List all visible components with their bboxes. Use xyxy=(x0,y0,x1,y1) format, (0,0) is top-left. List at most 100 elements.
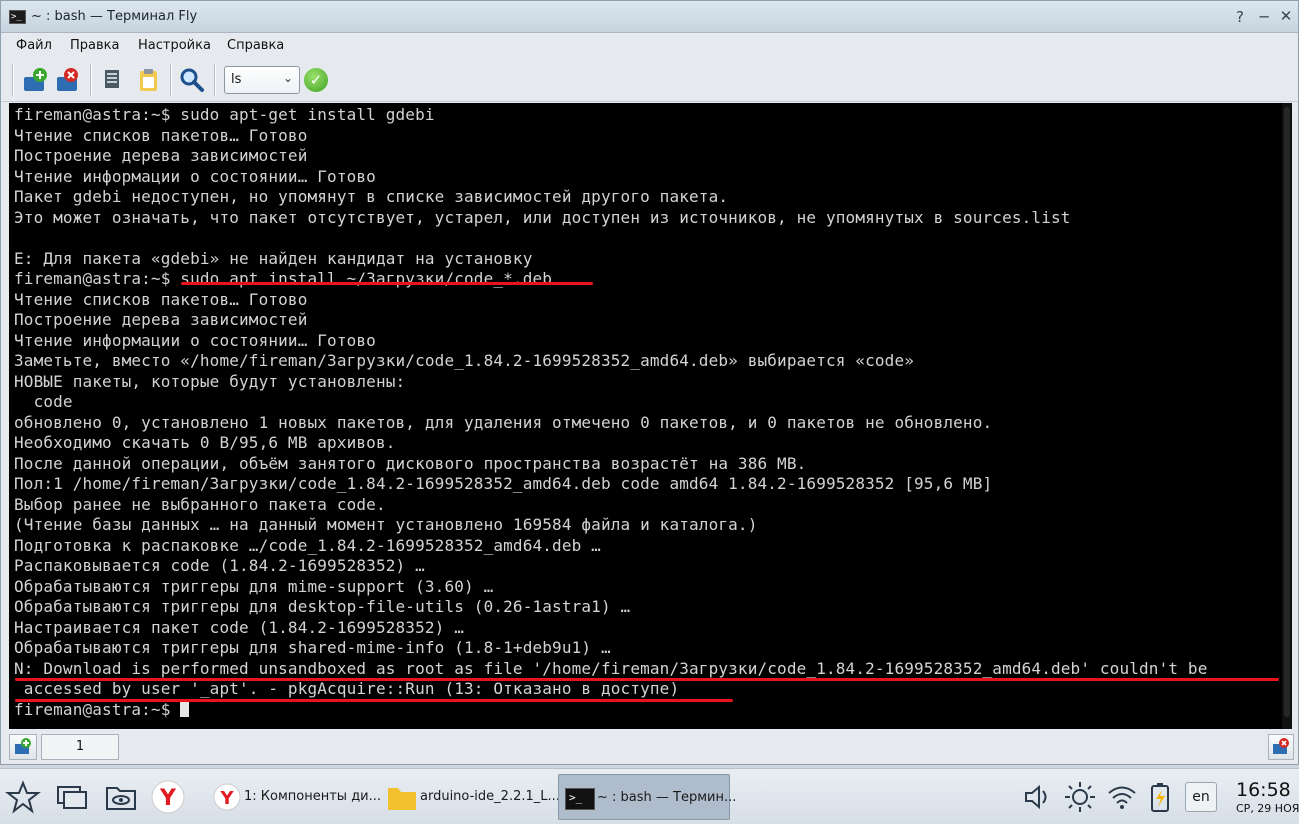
terminal-line: code xyxy=(14,392,73,411)
brightness-icon xyxy=(1065,782,1095,812)
toolbar: ls ⌄ xyxy=(1,58,1298,102)
terminal-line: fireman@astra:~$ sudo apt-get install gd… xyxy=(14,105,435,124)
terminal-text: fireman@astra:~$ sudo apt-get install gd… xyxy=(14,105,1208,720)
terminal-line: Чтение информации о состоянии… Готово xyxy=(14,330,376,350)
menu-help[interactable]: Справка xyxy=(227,38,284,53)
search-button[interactable] xyxy=(178,66,206,94)
toolbar-separator xyxy=(90,64,92,96)
terminal-line: N: Download is performed unsandboxed as … xyxy=(14,658,1208,678)
file-manager-button[interactable] xyxy=(103,779,139,815)
annotation-underline xyxy=(181,282,593,285)
start-menu-button[interactable] xyxy=(5,779,41,815)
terminal-line: Выбор ранее не выбранного пакета code. xyxy=(14,494,386,514)
new-tab-button[interactable] xyxy=(21,66,49,94)
taskbar: Y Y 1: Компоненты ди... arduino-ide_2.2.… xyxy=(0,768,1299,824)
menu-settings[interactable]: Настройка xyxy=(138,38,211,53)
terminal-line: Построение дерева зависимостей xyxy=(14,310,308,329)
toolbar-separator xyxy=(214,64,216,96)
paste-icon xyxy=(140,69,157,91)
search-icon xyxy=(180,68,204,92)
execute-command-button[interactable]: ✓ xyxy=(304,68,328,92)
clock-date: СР, 29 НОЯ xyxy=(1236,802,1299,815)
wifi-button[interactable] xyxy=(1104,779,1140,815)
menu-file[interactable]: Файл xyxy=(16,38,52,53)
task-folder[interactable]: arduino-ide_2.2.1_L... xyxy=(382,774,560,820)
add-terminal-icon xyxy=(15,738,31,754)
svg-text:Y: Y xyxy=(219,788,234,809)
terminal-line: Пол:1 /home/fireman/Загрузки/code_1.84.2… xyxy=(14,474,993,493)
terminal-scrollbar[interactable] xyxy=(1282,103,1292,729)
terminal-line: НОВЫЕ пакеты, которые будут установлены: xyxy=(14,371,406,391)
battery-button[interactable] xyxy=(1143,779,1179,815)
terminal-line: Пакет gdebi недоступен, но упомянут в сп… xyxy=(14,187,729,206)
title-bar[interactable]: >_ ~ : bash — Терминал Fly ? ─ ✕ xyxy=(1,1,1298,33)
terminal-line: Заметьте, вместо «/home/fireman/Загрузки… xyxy=(14,351,915,370)
volume-icon xyxy=(1025,784,1047,810)
remove-terminal-icon xyxy=(1273,738,1289,754)
copy-button[interactable] xyxy=(99,66,127,94)
toolbar-separator xyxy=(170,64,172,96)
yandex-icon: Y xyxy=(151,780,185,814)
task-terminal[interactable]: >_ ~ : bash — Термин... xyxy=(558,774,736,820)
terminal-line: Построение дерева зависимостей xyxy=(14,146,308,165)
brightness-button[interactable] xyxy=(1062,779,1098,815)
close-icon[interactable]: ✕ xyxy=(1277,7,1295,25)
terminal-line: Подготовка к распаковке …/code_1.84.2-16… xyxy=(14,535,601,555)
add-terminal-icon xyxy=(24,68,47,91)
task-browser[interactable]: Y 1: Компоненты ди... xyxy=(206,774,382,820)
terminal-line: обновлено 0, установлено 1 новых пакетов… xyxy=(14,412,993,432)
terminal-line: Чтение списков пакетов… Готово xyxy=(14,289,308,309)
terminal-line: Чтение информации о состоянии… Готово xyxy=(14,166,376,186)
terminal-tab[interactable]: 1 xyxy=(41,734,119,760)
volume-button[interactable] xyxy=(1020,779,1056,815)
menu-edit[interactable]: Правка xyxy=(70,38,119,53)
terminal-icon: >_ xyxy=(565,788,595,810)
clock-time[interactable]: 16:58 xyxy=(1236,779,1291,801)
windows-icon xyxy=(57,786,87,809)
terminal-line: E: Для пакета «gdebi» не найден кандидат… xyxy=(14,248,533,268)
terminal-line: Это может означать, что пакет отсутствуе… xyxy=(14,207,1071,227)
yandex-icon: Y xyxy=(213,783,241,811)
terminal-line: accessed by user '_apt'. - pkgAcquire::R… xyxy=(14,679,680,698)
show-windows-button[interactable] xyxy=(54,779,90,815)
scrollbar-thumb[interactable] xyxy=(1284,107,1290,717)
help-icon[interactable]: ? xyxy=(1231,8,1249,26)
folder-icon xyxy=(388,788,416,810)
annotation-underline xyxy=(15,699,733,702)
add-tab-button[interactable] xyxy=(9,734,37,760)
wifi-icon xyxy=(1108,786,1136,809)
annotation-underline xyxy=(15,678,1279,681)
task-label: arduino-ide_2.2.1_L... xyxy=(420,789,560,804)
toolbar-separator xyxy=(12,64,14,96)
terminal-line: (Чтение базы данных … на данный момент у… xyxy=(14,515,758,534)
terminal-line: Обрабатываются триггеры для shared-mime-… xyxy=(14,638,611,657)
minimize-button[interactable]: ─ xyxy=(1255,8,1273,26)
terminal-output[interactable]: fireman@astra:~$ sudo apt-get install gd… xyxy=(9,103,1292,729)
terminal-line: Обрабатываются триггеры для desktop-file… xyxy=(14,597,631,616)
menu-bar: Файл Правка Настройка Справка xyxy=(1,34,1298,58)
remove-tab-button[interactable] xyxy=(1268,734,1294,760)
task-label: ~ : bash — Термин... xyxy=(597,790,737,805)
terminal-line: fireman@astra:~$ sudo apt install ~/Загр… xyxy=(14,269,553,288)
terminal-line: Чтение списков пакетов… Готово xyxy=(14,125,308,145)
star-icon xyxy=(5,780,41,814)
copy-icon xyxy=(105,70,119,88)
remove-terminal-icon xyxy=(57,68,78,91)
terminal-line: После данной операции, объём занятого ди… xyxy=(14,453,807,473)
terminal-line: Обрабатываются триггеры для mime-support… xyxy=(14,576,494,596)
keyboard-layout-indicator[interactable]: en xyxy=(1185,782,1217,812)
tab-bar: 1 xyxy=(1,730,1298,764)
terminal-cursor xyxy=(180,699,190,717)
task-label: 1: Компоненты ди... xyxy=(244,789,382,804)
paste-button[interactable] xyxy=(135,66,163,94)
close-tab-button[interactable] xyxy=(54,66,82,94)
terminal-prompt: fireman@astra:~$ xyxy=(14,699,181,719)
command-select[interactable]: ls ⌄ xyxy=(224,66,300,94)
terminal-window: >_ ~ : bash — Терминал Fly ? ─ ✕ Файл Пр… xyxy=(0,0,1299,765)
folder-eye-icon xyxy=(106,787,136,810)
checkmark-icon: ✓ xyxy=(309,71,323,89)
yandex-browser-button[interactable]: Y xyxy=(150,779,186,815)
terminal-line: Необходимо скачать 0 B/95,6 MB архивов. xyxy=(14,433,396,452)
chevron-down-icon: ⌄ xyxy=(282,71,293,85)
